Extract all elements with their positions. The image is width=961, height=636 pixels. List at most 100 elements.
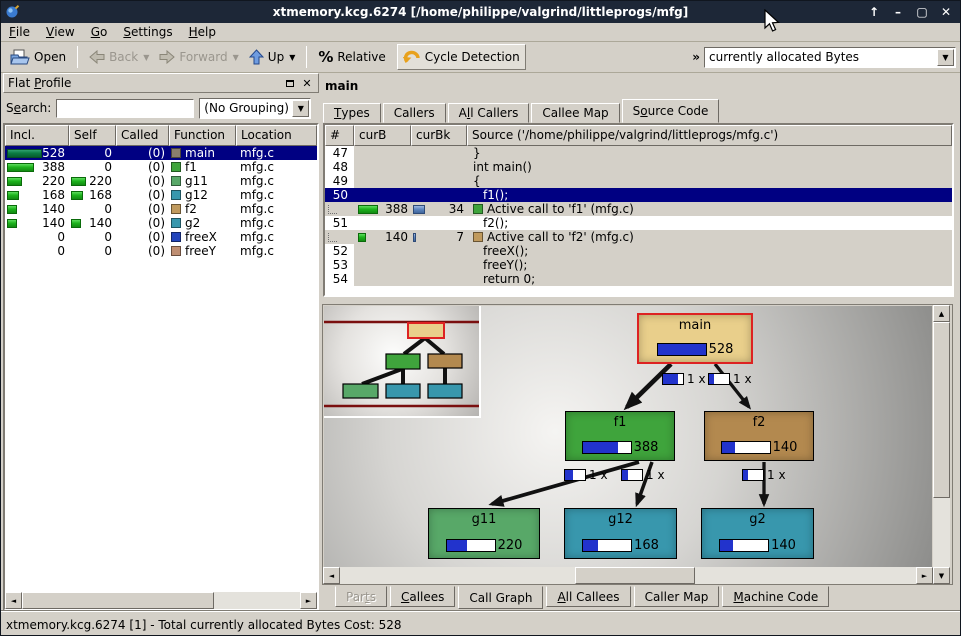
source-line[interactable]: 50f1(); (325, 188, 952, 202)
column-header-function[interactable]: Function (169, 125, 236, 146)
scroll-right-icon[interactable]: ► (300, 592, 317, 609)
shade-button[interactable]: ↑ (866, 4, 882, 20)
maximize-button[interactable]: ▢ (914, 4, 930, 20)
column-header-location[interactable]: Location (236, 125, 317, 146)
source-call-line[interactable]: 38834Active call to 'f1' (mfg.c) (325, 202, 952, 216)
cycle-detection-button[interactable]: Cycle Detection (397, 44, 526, 70)
call-graph-canvas[interactable]: 1 x1 x1 x1 x1 xmain528f1388f2140g11220g1… (324, 306, 932, 568)
grouping-select[interactable]: (No Grouping) ▼ (199, 98, 311, 119)
function-panel: main TypesCallersAll CallersCallee MapSo… (323, 73, 960, 611)
source-column-header[interactable]: curB (354, 125, 411, 146)
scroll-left-icon[interactable]: ◄ (323, 567, 340, 584)
column-header-incl[interactable]: Incl. (5, 125, 69, 146)
table-row[interactable]: 3880(0)f1mfg.c (5, 160, 317, 174)
tab-source-code[interactable]: Source Code (622, 99, 720, 123)
edge-count: 1 x (767, 468, 786, 482)
cycle-icon (403, 49, 421, 65)
forward-dropdown-icon[interactable]: ▼ (233, 53, 239, 62)
scrollbar-thumb[interactable] (933, 322, 950, 498)
source-column-header[interactable]: # (325, 125, 354, 146)
scroll-up-icon[interactable]: ▲ (933, 305, 950, 322)
source-line[interactable]: 53freeY(); (325, 258, 952, 272)
graph-hscrollbar[interactable]: ◄ ► (323, 567, 933, 584)
forward-button[interactable]: Forward ▼ (154, 44, 243, 70)
tab-call-graph[interactable]: Call Graph (458, 586, 543, 609)
graph-overview-minimap[interactable] (324, 306, 481, 418)
event-type-dropdown-icon[interactable]: ▼ (937, 49, 954, 66)
node-label: f1 (566, 415, 674, 430)
menu-view[interactable]: View (38, 24, 83, 41)
scrollbar-thumb[interactable] (22, 592, 214, 609)
source-call-line[interactable]: 1407Active call to 'f2' (mfg.c) (325, 230, 952, 244)
source-line[interactable]: 52freeX(); (325, 244, 952, 258)
toolbar-overflow-chevron[interactable]: » (688, 50, 704, 64)
dock-float-button[interactable] (283, 76, 297, 90)
column-header-called[interactable]: Called (116, 125, 169, 146)
tab-all-callees[interactable]: All Callees (546, 586, 630, 607)
graph-node-f2[interactable]: f2140 (704, 411, 814, 461)
table-row[interactable]: 00(0)freeYmfg.c (5, 244, 317, 258)
source-line[interactable]: 51f2(); (325, 216, 952, 230)
graph-node-g12[interactable]: g12168 (564, 508, 677, 559)
curb-cell (354, 258, 411, 272)
graph-node-f1[interactable]: f1388 (565, 411, 675, 461)
table-row[interactable]: 00(0)freeXmfg.c (5, 230, 317, 244)
tab-callee-map[interactable]: Callee Map (531, 103, 619, 123)
back-dropdown-icon[interactable]: ▼ (143, 53, 149, 62)
graph-node-g2[interactable]: g2140 (701, 508, 814, 559)
graph-vscrollbar[interactable]: ▲ ▼ (933, 305, 950, 584)
node-cost-bar (719, 539, 769, 552)
call-graph-view: 1 x1 x1 x1 x1 xmain528f1388f2140g11220g1… (322, 304, 953, 585)
search-input[interactable] (56, 99, 194, 118)
source-line[interactable]: 49{ (325, 174, 952, 188)
self-cell: 0 (69, 160, 116, 174)
minimize-button[interactable]: – (890, 4, 906, 20)
tab-types[interactable]: Types (323, 103, 381, 123)
source-column-header[interactable]: curBk (411, 125, 467, 146)
source-line[interactable]: 47} (325, 146, 952, 160)
scroll-right-icon[interactable]: ► (916, 567, 933, 584)
table-row[interactable]: 220220(0)g11mfg.c (5, 174, 317, 188)
menu-help[interactable]: Help (181, 24, 224, 41)
back-button[interactable]: Back ▼ (84, 44, 154, 70)
close-button[interactable]: ✕ (938, 4, 954, 20)
titlebar[interactable]: xtmemory.kcg.6274 [/home/philippe/valgri… (1, 1, 960, 23)
tab-all-callers[interactable]: All Callers (448, 103, 530, 123)
menu-settings[interactable]: Settings (115, 24, 180, 41)
table-row[interactable]: 168168(0)g12mfg.c (5, 188, 317, 202)
function-color-icon (171, 232, 181, 242)
source-line[interactable]: 54return 0; (325, 272, 952, 286)
node-cost-bar (582, 441, 632, 454)
table-row[interactable]: 5280(0)mainmfg.c (5, 146, 317, 160)
column-header-self[interactable]: Self (69, 125, 116, 146)
scroll-down-icon[interactable]: ▼ (933, 567, 950, 584)
curbk-cell (411, 244, 467, 258)
graph-node-main[interactable]: main528 (637, 313, 753, 364)
table-row[interactable]: 140140(0)g2mfg.c (5, 216, 317, 230)
scrollbar-thumb[interactable] (575, 567, 695, 584)
called-cell: (0) (116, 174, 169, 188)
source-line[interactable]: 48int main() (325, 160, 952, 174)
node-label: g12 (565, 512, 676, 527)
dock-title: Flat Profile (8, 76, 280, 90)
event-type-select[interactable]: currently allocated Bytes ▼ (704, 47, 956, 68)
tab-caller-map[interactable]: Caller Map (634, 586, 720, 607)
source-column-header[interactable]: Source ('/home/philippe/valgrind/littlep… (467, 125, 952, 146)
menu-file[interactable]: File (1, 24, 38, 41)
up-dropdown-icon[interactable]: ▼ (289, 53, 295, 62)
relative-button[interactable]: % Relative (313, 44, 390, 70)
table-row[interactable]: 1400(0)f2mfg.c (5, 202, 317, 216)
dock-titlebar[interactable]: Flat Profile ✕ (3, 73, 319, 93)
open-button[interactable]: Open (5, 44, 71, 70)
edge-cost-bar (564, 469, 586, 481)
graph-node-g11[interactable]: g11220 (428, 508, 540, 559)
menu-go[interactable]: Go (83, 24, 116, 41)
tab-machine-code[interactable]: Machine Code (722, 586, 829, 607)
up-button[interactable]: Up ▼ (244, 44, 301, 70)
tab-callees[interactable]: Callees (390, 586, 455, 607)
tab-callers[interactable]: Callers (383, 103, 446, 123)
dock-close-button[interactable]: ✕ (300, 76, 314, 90)
flat-profile-hscrollbar[interactable]: ◄ ► (5, 592, 317, 609)
scroll-left-icon[interactable]: ◄ (5, 592, 22, 609)
grouping-dropdown-icon[interactable]: ▼ (292, 100, 309, 117)
